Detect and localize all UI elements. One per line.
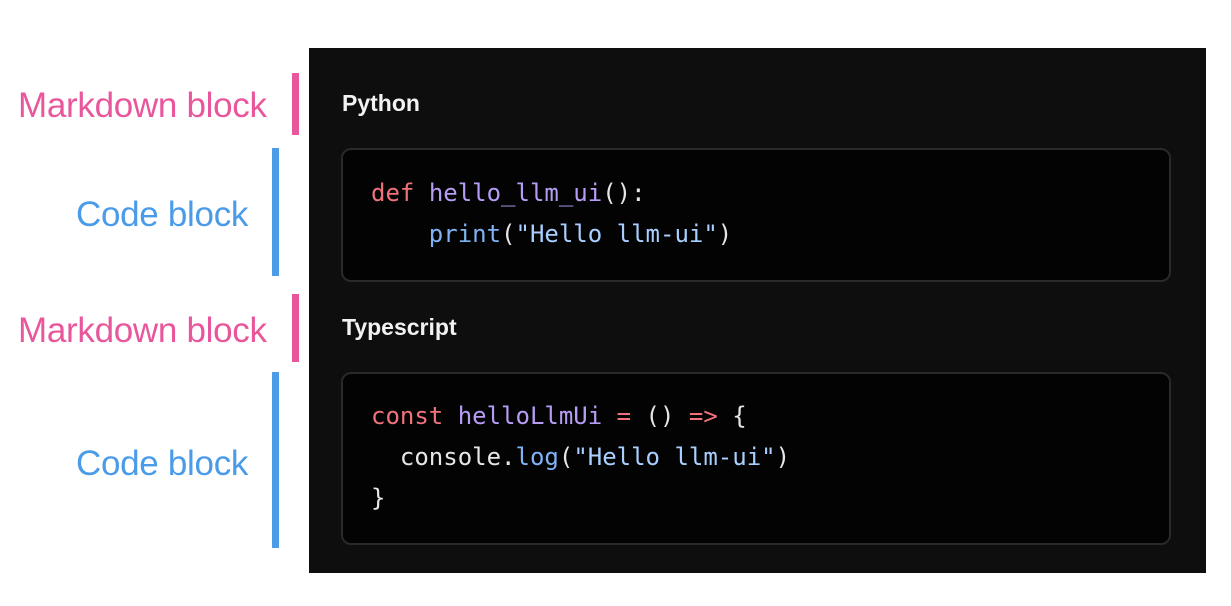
code-token: const: [371, 402, 444, 430]
annotation-code-label-1: Code block: [76, 195, 249, 234]
code-token: ): [775, 443, 791, 471]
code-token: hello_llm_ui: [428, 179, 603, 207]
code-token: ): [717, 220, 733, 248]
markdown-heading-typescript: Typescript: [342, 314, 457, 340]
code-token: {: [717, 402, 747, 430]
code-token: "Hello llm-ui": [515, 220, 718, 248]
code-token: }: [371, 484, 386, 512]
annotation-markdown-bar-1: [292, 73, 299, 135]
annotation-markdown-bar-2: [292, 294, 299, 362]
code-token: ():: [602, 179, 646, 207]
code-token: print: [428, 220, 502, 248]
code-token: (): [631, 402, 689, 430]
code-token: =>: [688, 402, 718, 430]
code-token: def: [371, 179, 415, 207]
code-token: "Hello llm-ui": [573, 443, 776, 471]
annotation-code-bar-2: [272, 372, 279, 548]
code-block-typescript: const helloLlmUi = () => { console.log("…: [341, 372, 1171, 545]
annotation-markdown-label-2: Markdown block: [18, 311, 267, 350]
code-token: console.: [371, 443, 516, 471]
code-token: log: [515, 443, 559, 471]
annotation-markdown-label-1: Markdown block: [18, 86, 267, 125]
code-token: (: [501, 220, 516, 248]
code-token: helloLlmUi: [457, 402, 603, 430]
annotation-code-bar-1: [272, 148, 279, 276]
code-token: (: [558, 443, 574, 471]
code-token: =: [616, 402, 632, 430]
code-block-python: def hello_llm_ui(): print("Hello llm-ui"…: [341, 148, 1171, 282]
markdown-heading-python: Python: [342, 90, 420, 116]
annotation-code-label-2: Code block: [76, 444, 249, 483]
code-text-typescript: const helloLlmUi = () => { console.log("…: [371, 396, 790, 519]
llm-output-panel: Python def hello_llm_ui(): print("Hello …: [309, 48, 1206, 573]
code-text-python: def hello_llm_ui(): print("Hello llm-ui"…: [371, 173, 732, 255]
